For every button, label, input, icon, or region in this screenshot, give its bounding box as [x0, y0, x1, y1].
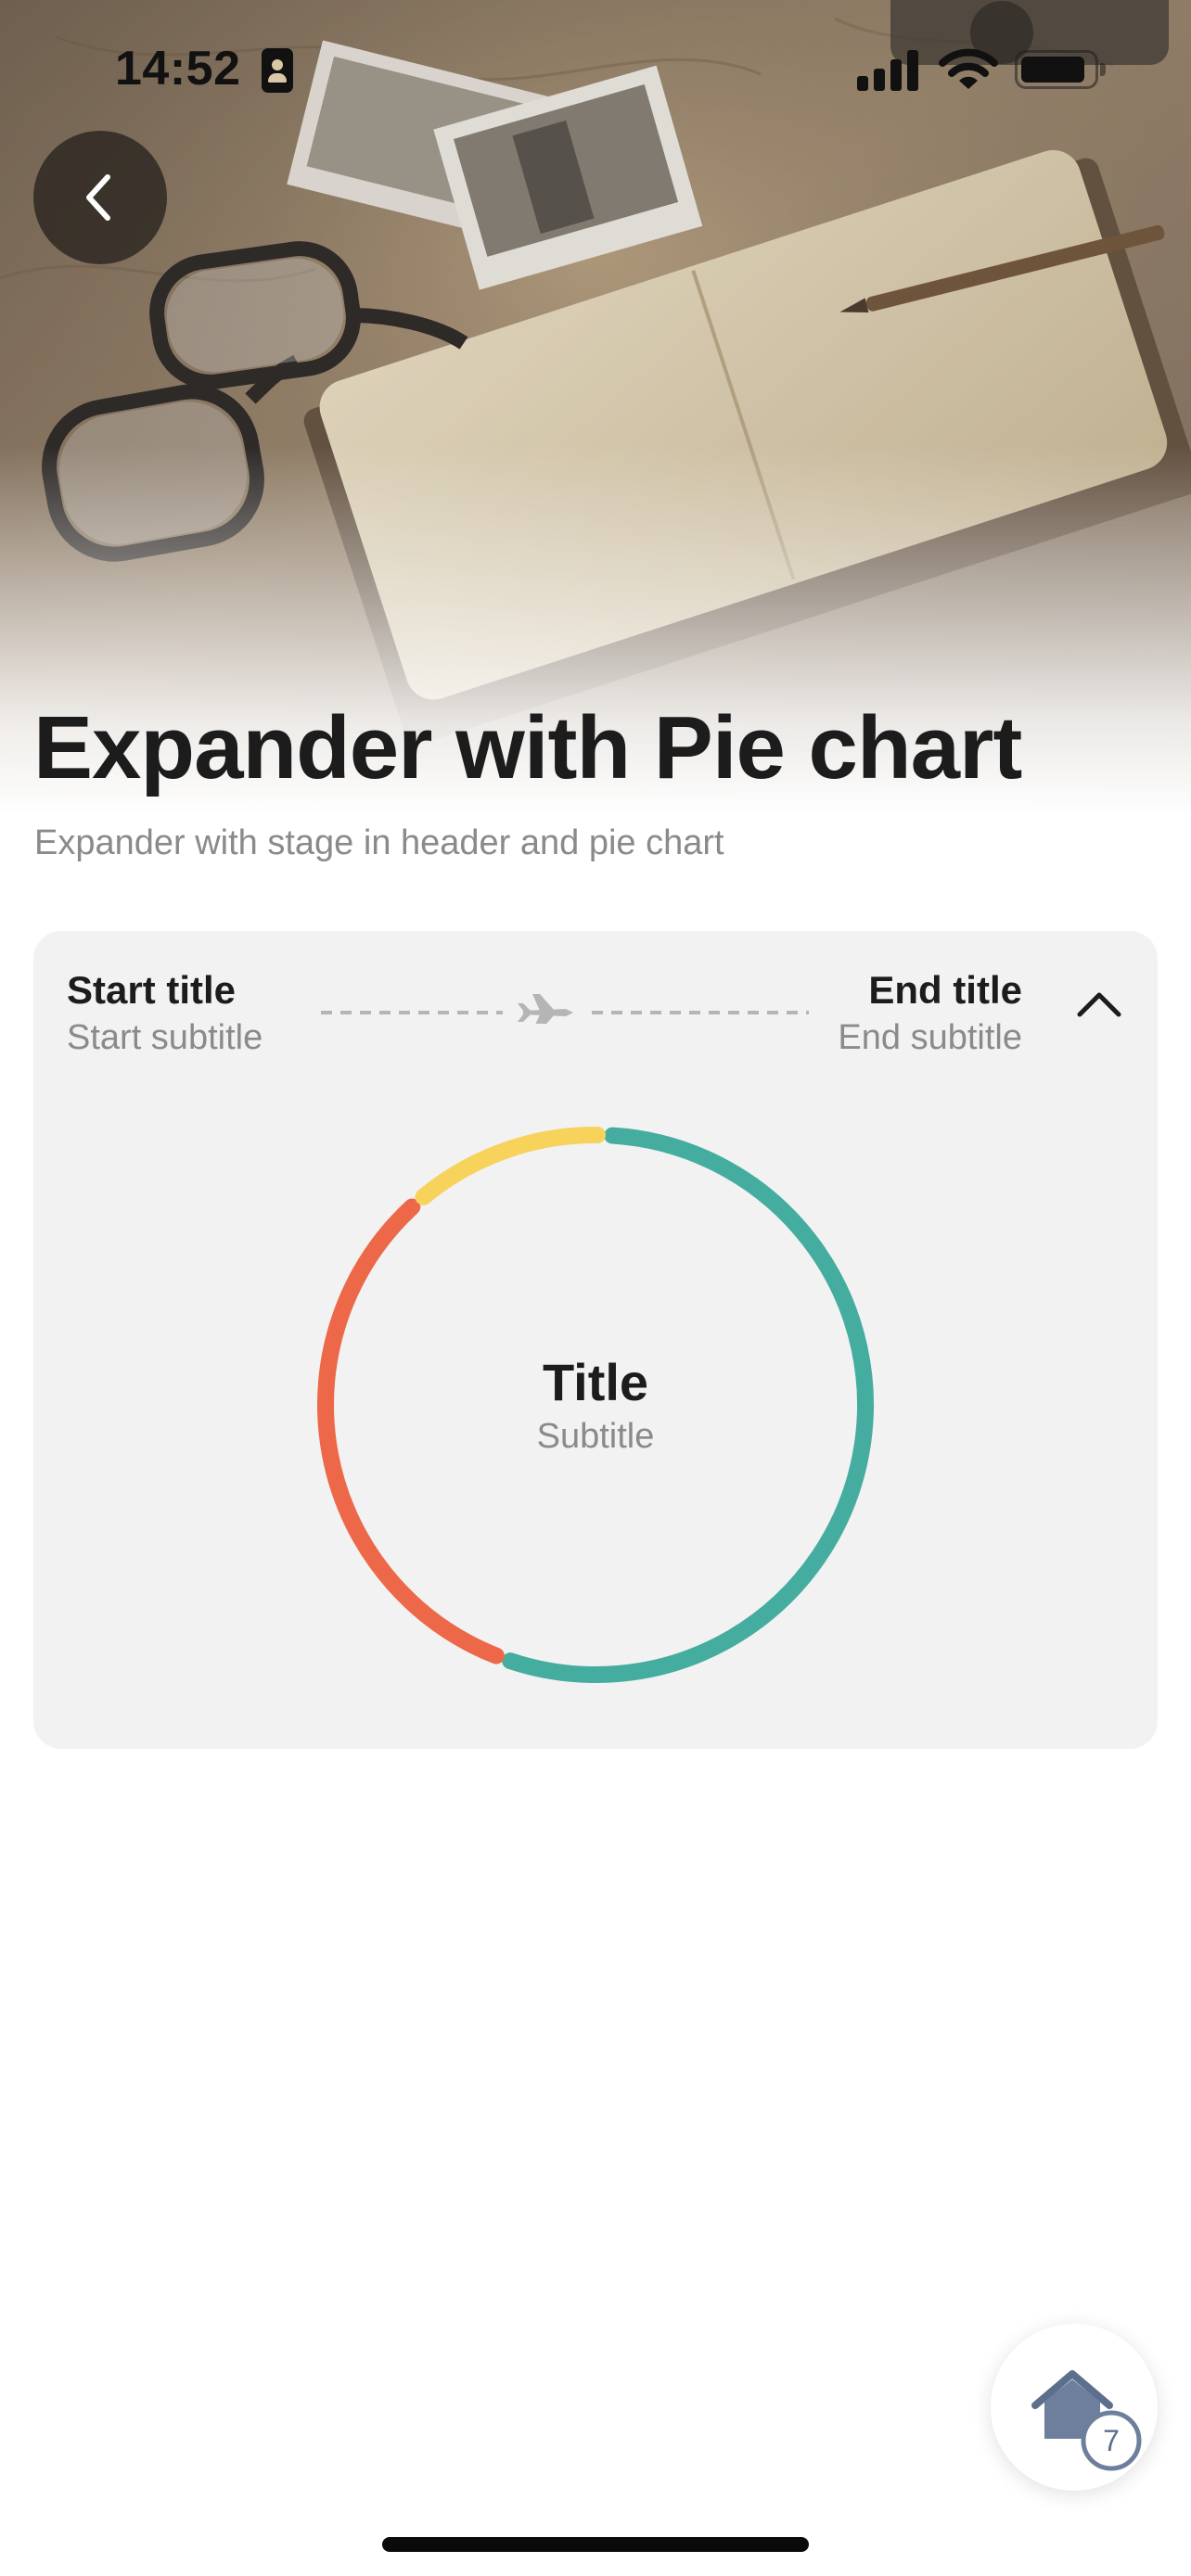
chart-subtitle: Subtitle: [536, 1417, 655, 1456]
chart-title: Title: [542, 1353, 649, 1411]
back-button[interactable]: [33, 131, 167, 264]
home-indicator[interactable]: [382, 2537, 809, 2552]
page-subtitle: Expander with stage in header and pie ch…: [34, 823, 724, 862]
chevron-left-icon: [86, 174, 110, 221]
wifi-icon: [939, 48, 998, 89]
home-badge-count: 7: [1103, 2424, 1120, 2457]
status-bar: 14:52: [0, 0, 1191, 139]
page-title: Expander with Pie chart: [33, 698, 1022, 797]
cellular-signal-icon: [857, 50, 920, 91]
expander-card: Start title Start subtitle End title End…: [33, 931, 1158, 1749]
battery-icon: [1015, 50, 1106, 89]
screen: 14:52 Expander with Pie chart Expander w…: [0, 0, 1191, 2576]
pie-chart: [317, 1127, 874, 1683]
home-button[interactable]: 7: [991, 2324, 1158, 2491]
status-time: 14:52: [115, 42, 241, 96]
id-card-icon: [262, 48, 293, 93]
pie-slice-3: [415, 1127, 607, 1205]
